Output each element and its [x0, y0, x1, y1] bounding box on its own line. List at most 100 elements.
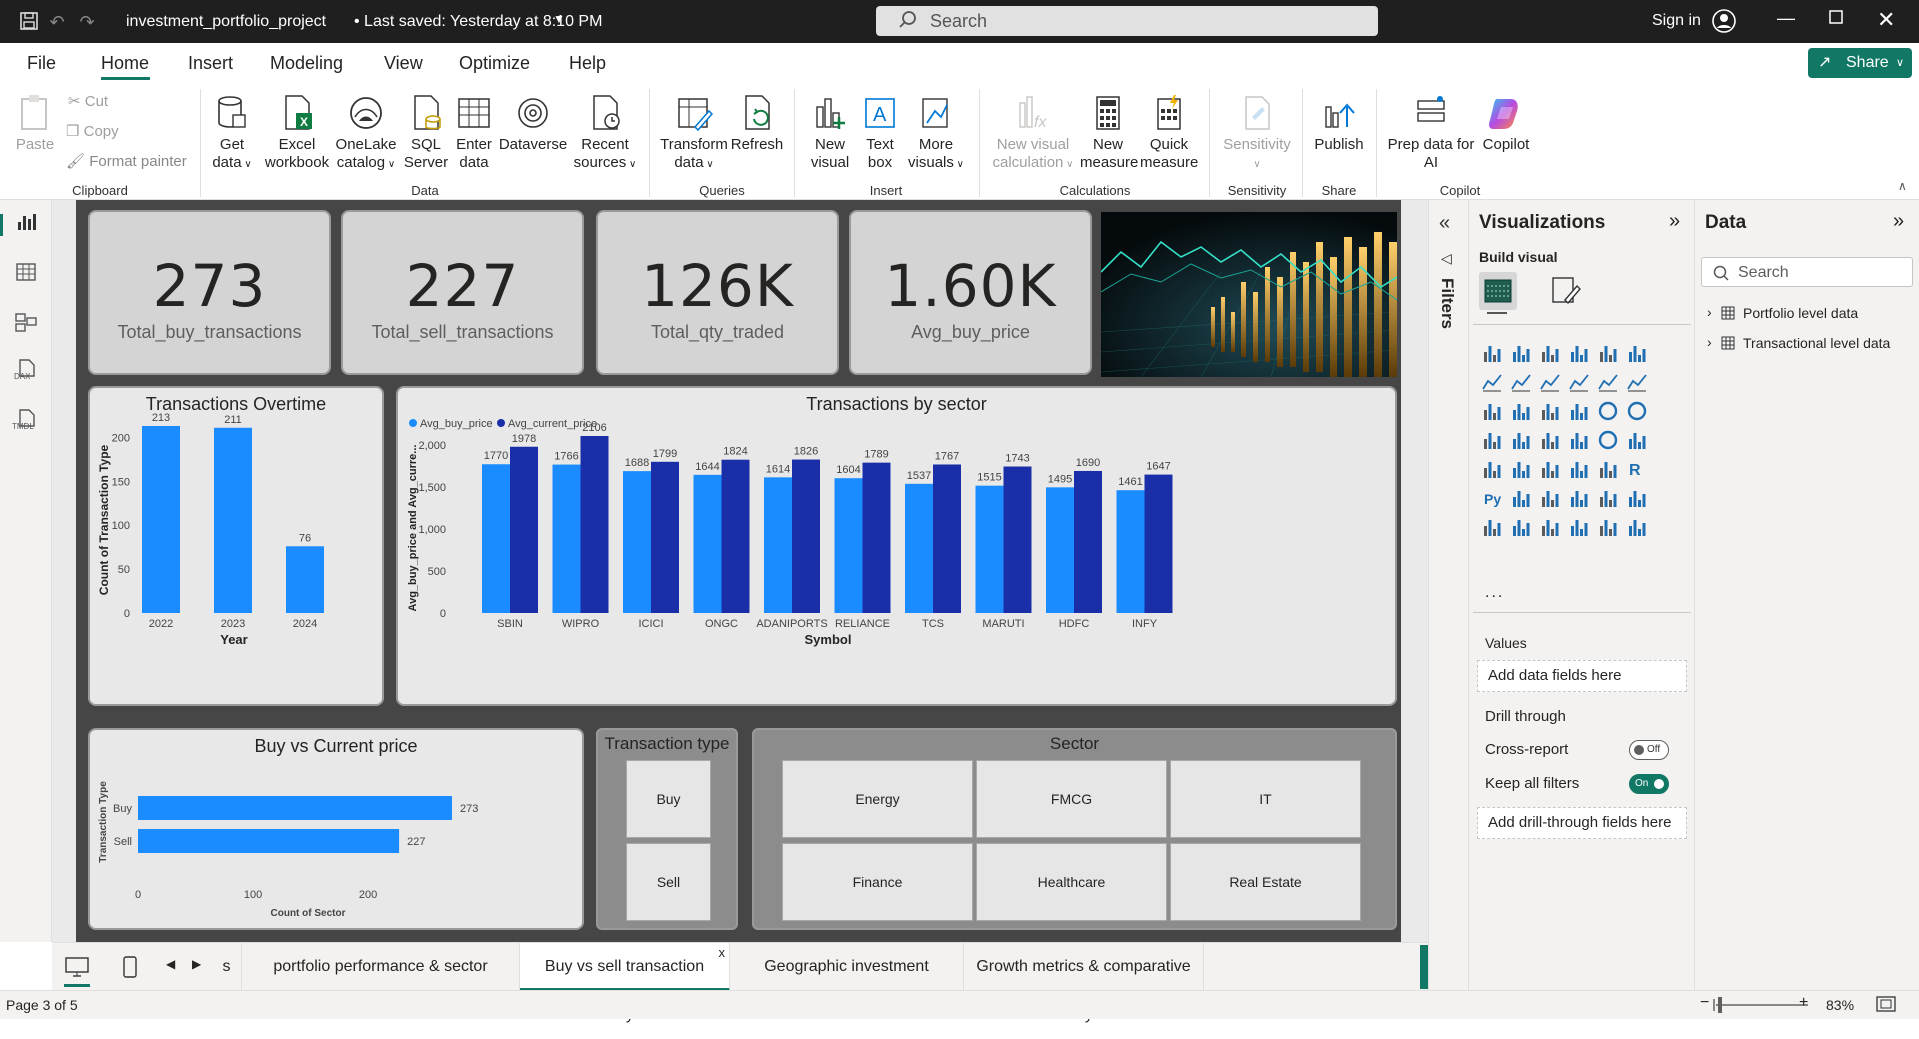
key-influencers-icon[interactable] [1510, 487, 1532, 509]
slicer-option-buy[interactable]: Buy [626, 760, 711, 838]
account-icon[interactable] [1712, 9, 1736, 38]
100-area-chart-icon[interactable] [1568, 371, 1590, 393]
funnel-chart-icon[interactable] [1539, 400, 1561, 422]
maximize-icon[interactable] [1829, 10, 1843, 29]
table-visual-icon[interactable] [1568, 458, 1590, 480]
redo-icon[interactable]: ↷ [76, 11, 98, 33]
power-automate-icon[interactable] [1539, 516, 1561, 538]
keep-filters-toggle[interactable]: On [1629, 774, 1669, 794]
chevron-visual-icon[interactable] [1626, 516, 1648, 538]
publish-button[interactable]: Publish [1310, 93, 1368, 154]
menu-home[interactable]: Home [101, 53, 149, 74]
enter-data-button[interactable]: Enter data [452, 93, 496, 172]
save-icon[interactable] [18, 11, 40, 33]
kpi-card-sell[interactable]: 227 Total_sell_transactions [341, 210, 584, 375]
data-search-input[interactable]: Search [1701, 257, 1913, 287]
line-chart-icon[interactable] [1481, 371, 1503, 393]
zoom-out-icon[interactable]: − [1700, 994, 1709, 1012]
minimize-icon[interactable]: — [1777, 8, 1795, 29]
text-box-button[interactable]: A Text box [856, 93, 904, 172]
global-search[interactable]: Search [876, 6, 1378, 36]
undo-icon[interactable]: ↶ [46, 11, 68, 33]
slicer-option-sell[interactable]: Sell [626, 843, 711, 921]
menu-optimize[interactable]: Optimize [459, 53, 530, 74]
diamond-visual-icon[interactable] [1597, 516, 1619, 538]
stacked-area-chart-icon[interactable] [1539, 371, 1561, 393]
buy-vs-current-price-visual[interactable]: Buy vs Current price 273 Buy 227 Sell 0 100 20… [88, 728, 584, 930]
cut-button[interactable]: ✂ Cut [68, 93, 108, 111]
menu-insert[interactable]: Insert [188, 53, 233, 74]
more-visuals-ellipsis[interactable]: ... [1485, 584, 1504, 602]
waterfall-chart-icon[interactable] [1510, 400, 1532, 422]
azure-map-icon[interactable] [1568, 429, 1590, 451]
table-portfolio-level-data[interactable]: › Portfolio level data [1703, 304, 1913, 326]
python-visual-icon[interactable]: Py [1481, 487, 1503, 509]
desktop-layout-icon[interactable] [64, 955, 90, 984]
transform-data-button[interactable]: Transform data ∨ [658, 93, 730, 174]
transactions-overtime-visual[interactable]: Transactions Overtime 0 50 100 150 200 213 202… [88, 386, 384, 706]
kpi-card-qty[interactable]: 126K Total_qty_traded [596, 210, 839, 375]
filters-pane-collapsed[interactable]: « ◁ Filters [1428, 200, 1468, 990]
zoom-slider-track[interactable] [1716, 1004, 1808, 1006]
tab-growth-metrics[interactable]: Growth metrics & comparative analysis [964, 943, 1204, 1023]
excel-workbook-button[interactable]: X Excel workbook [262, 93, 332, 172]
kpi-card-avg-buy[interactable]: 1.60K Avg_buy_price [849, 210, 1092, 375]
paste-button[interactable]: Paste [12, 93, 58, 154]
dataverse-button[interactable]: Dataverse [498, 93, 568, 154]
format-painter-button[interactable]: 🖌 Format painter [66, 153, 187, 171]
table-view-icon[interactable] [12, 260, 40, 288]
pie-chart-icon[interactable] [1597, 400, 1619, 422]
matrix-icon[interactable] [1597, 458, 1619, 480]
transactions-by-sector-visual[interactable]: Transactions by sector Avg_buy_price Avg_… [396, 386, 1397, 706]
multi-row-card-icon[interactable] [1481, 458, 1503, 480]
slicer-option-energy[interactable]: Energy [782, 760, 973, 838]
power-apps-icon[interactable] [1510, 516, 1532, 538]
menu-view[interactable]: View [384, 53, 423, 74]
zoom-slider-thumb[interactable] [1718, 997, 1722, 1013]
tab-scroll-right-icon[interactable]: ▶ [192, 957, 201, 971]
kpi-icon[interactable] [1510, 458, 1532, 480]
goals-icon[interactable] [1626, 487, 1648, 509]
expand-filters-icon[interactable]: « [1439, 212, 1450, 235]
build-visual-tab[interactable] [1479, 272, 1517, 310]
new-measure-button[interactable]: New measure [1080, 93, 1138, 172]
menu-modeling[interactable]: Modeling [270, 53, 343, 74]
sensitivity-button[interactable]: Sensitivity ∨ [1218, 93, 1296, 174]
title-dropdown-icon[interactable]: ▼ [553, 12, 565, 26]
values-drop-zone[interactable]: Add data fields here [1477, 660, 1687, 692]
tmdl-view-icon[interactable]: TMDL [12, 408, 40, 436]
clustered-column-chart-icon[interactable] [1568, 342, 1590, 364]
prep-data-ai-button[interactable]: Prep data for AI [1386, 93, 1476, 172]
map-icon[interactable] [1510, 429, 1532, 451]
collapse-ribbon-icon[interactable]: ∧ [1898, 179, 1907, 193]
format-visual-tab[interactable] [1549, 274, 1583, 313]
share-button[interactable]: ↗ Share ∨ [1808, 48, 1912, 78]
cross-report-toggle[interactable]: Off [1629, 740, 1669, 760]
get-data-button[interactable]: Get data ∨ [208, 93, 256, 174]
copy-button[interactable]: ❐ Copy [66, 123, 119, 141]
onelake-catalog-button[interactable]: OneLake catalog ∨ [333, 93, 399, 174]
narrative-icon[interactable] [1597, 487, 1619, 509]
metrics-icon[interactable] [1568, 516, 1590, 538]
decomposition-tree-icon[interactable] [1539, 487, 1561, 509]
tab-portfolio-performance[interactable]: portfolio performance & sector allocatio… [242, 943, 520, 1023]
menu-help[interactable]: Help [569, 53, 606, 74]
tab-buy-vs-sell[interactable]: Buy vs sell transaction analysis x [520, 943, 730, 1023]
refresh-button[interactable]: Refresh [730, 93, 784, 154]
line-column-chart-icon[interactable] [1597, 371, 1619, 393]
menu-file[interactable]: File [27, 53, 56, 74]
area-chart-icon[interactable] [1510, 371, 1532, 393]
kpi-card-buy[interactable]: 273 Total_buy_transactions [88, 210, 331, 375]
r-visual-icon[interactable]: R [1626, 458, 1648, 480]
slicer-option-fmcg[interactable]: FMCG [976, 760, 1167, 838]
new-visual-calculation-button[interactable]: fx New visual calculation ∨ [990, 93, 1076, 174]
slicer-option-healthcare[interactable]: Healthcare [976, 843, 1167, 921]
100-bar-chart-icon[interactable] [1597, 342, 1619, 364]
quick-measure-button[interactable]: Quick measure [1140, 93, 1198, 172]
slicer-option-finance[interactable]: Finance [782, 843, 973, 921]
paginated-report-icon[interactable] [1481, 516, 1503, 538]
qa-icon[interactable] [1568, 487, 1590, 509]
treemap-icon[interactable] [1481, 429, 1503, 451]
zoom-in-icon[interactable]: + [1799, 994, 1808, 1012]
report-view-icon[interactable] [12, 210, 40, 238]
